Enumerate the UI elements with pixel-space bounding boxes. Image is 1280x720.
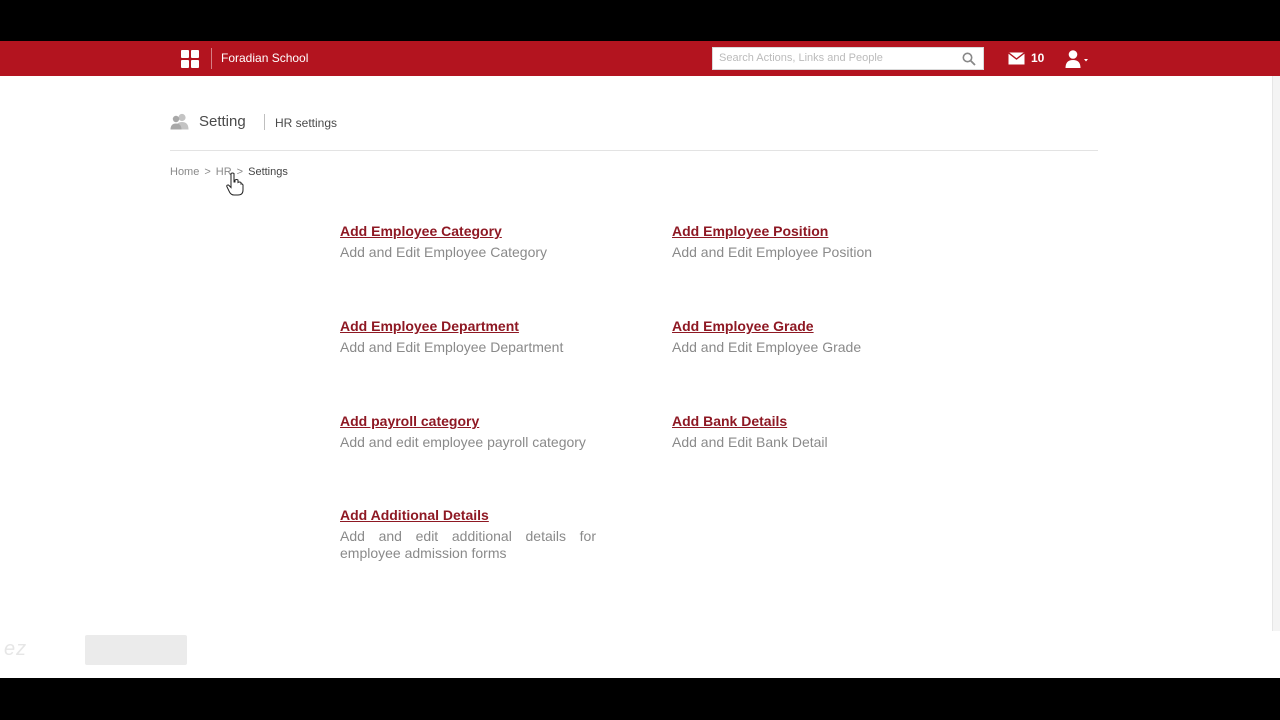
setting-item-bank-details: Add Bank Details Add and Edit Bank Detai… (672, 413, 928, 451)
search-box[interactable] (712, 47, 984, 70)
topbar-divider (211, 48, 212, 69)
hand-pointer-cursor-icon (226, 172, 244, 196)
page-scrollbar[interactable] (1272, 76, 1280, 631)
setting-item-employee-department: Add Employee Department Add and Edit Emp… (340, 318, 596, 356)
header-divider (170, 150, 1098, 151)
setting-item-employee-category: Add Employee Category Add and Edit Emplo… (340, 223, 596, 261)
add-additional-details-link[interactable]: Add Additional Details (340, 507, 596, 523)
title-separator (264, 114, 265, 130)
add-employee-grade-link[interactable]: Add Employee Grade (672, 318, 928, 334)
top-navigation-bar: Foradian School 10 (0, 41, 1280, 76)
setting-description: Add and Edit Employee Category (340, 244, 548, 260)
add-payroll-category-link[interactable]: Add payroll category (340, 413, 596, 429)
search-icon[interactable] (962, 52, 976, 66)
breadcrumb-home-link[interactable]: Home (170, 166, 199, 178)
apps-grid-icon[interactable] (181, 50, 199, 68)
setting-item-employee-position: Add Employee Position Add and Edit Emplo… (672, 223, 928, 261)
watermark-logo: ez (4, 638, 28, 660)
school-name[interactable]: Foradian School (221, 51, 308, 65)
add-employee-position-link[interactable]: Add Employee Position (672, 223, 928, 239)
setting-description: Add and Edit Bank Detail (672, 434, 828, 450)
setting-description: Add and Edit Employee Department (340, 339, 564, 355)
browser-viewport: Foradian School 10 Setting HR settings H… (0, 41, 1280, 678)
add-employee-category-link[interactable]: Add Employee Category (340, 223, 596, 239)
setting-item-employee-grade: Add Employee Grade Add and Edit Employee… (672, 318, 928, 356)
user-menu-icon[interactable] (1064, 49, 1090, 69)
search-input[interactable] (719, 52, 954, 64)
breadcrumb-separator: > (204, 166, 211, 178)
add-employee-department-link[interactable]: Add Employee Department (340, 318, 596, 334)
setting-description: Add and Edit Employee Grade (672, 339, 862, 355)
page-title: Setting (199, 113, 246, 130)
setting-item-payroll-category: Add payroll category Add and edit employ… (340, 413, 596, 451)
setting-item-additional-details: Add Additional Details Add and edit addi… (340, 507, 596, 562)
mail-icon[interactable] (1008, 52, 1025, 65)
breadcrumb-current: Settings (248, 166, 288, 178)
setting-description: Add and edit additional details for empl… (340, 528, 596, 561)
add-bank-details-link[interactable]: Add Bank Details (672, 413, 928, 429)
page-subtitle: HR settings (275, 116, 338, 130)
setting-description: Add and Edit Employee Position (672, 244, 873, 260)
users-icon (170, 113, 189, 130)
watermark-box (85, 635, 187, 665)
mail-count-badge[interactable]: 10 (1031, 51, 1044, 65)
setting-description: Add and edit employee payroll category (340, 434, 586, 450)
